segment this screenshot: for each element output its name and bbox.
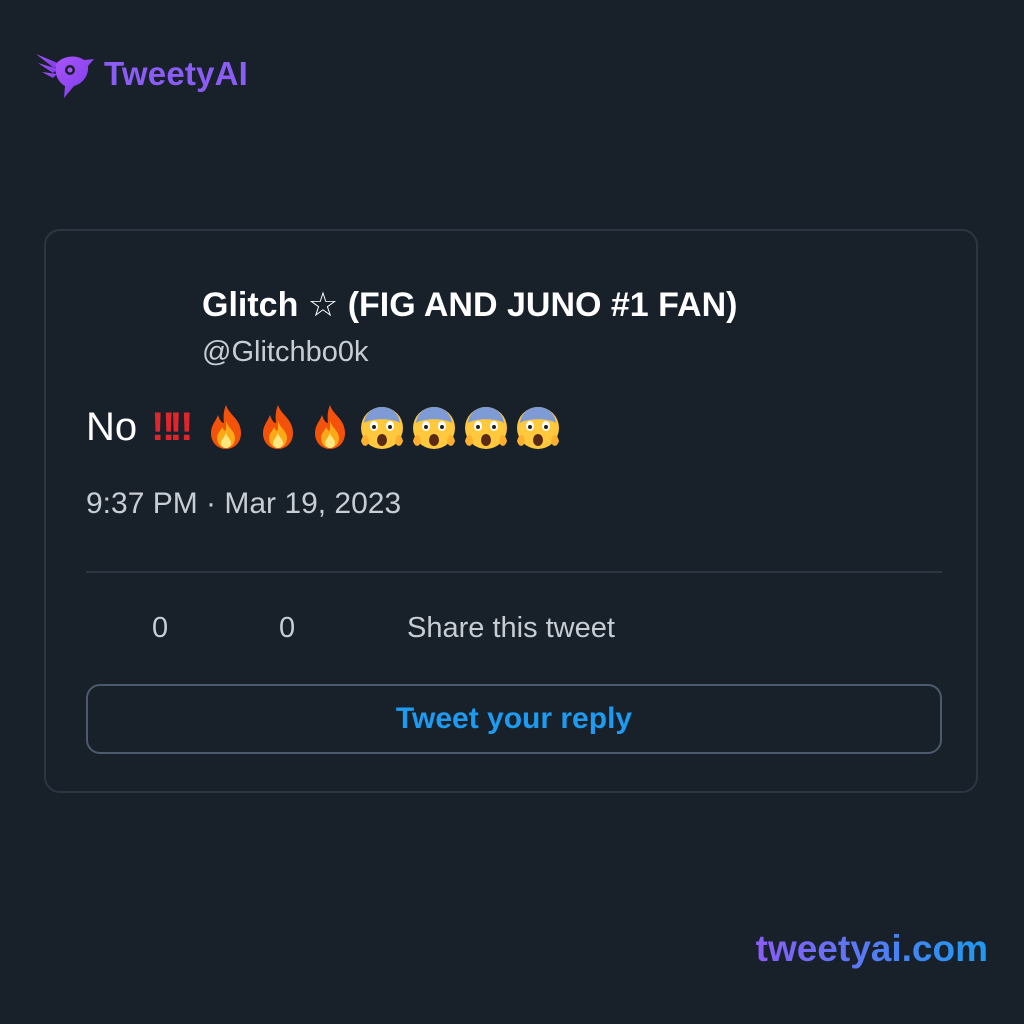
author-handle[interactable]: @Glitchbo0k: [202, 336, 368, 369]
tweet-reply-button[interactable]: Tweet your reply: [86, 684, 942, 754]
brand-header[interactable]: TweetyAI: [34, 46, 248, 102]
footer-url-link[interactable]: tweetyai.com: [756, 928, 988, 970]
tweet-card: Glitch ☆ (FIG AND JUNO #1 FAN) @Glitchbo…: [44, 229, 978, 793]
fire-icon: [211, 405, 242, 449]
bangbang-icon: ‼‼: [151, 404, 193, 449]
bird-logo-icon: [36, 54, 94, 98]
page: TweetyAI Glitch ☆ (FIG AND JUNO #1 FAN) …: [0, 0, 1024, 1024]
tweet-text-body: No: [86, 404, 138, 449]
retweets-count[interactable]: 0: [279, 612, 295, 645]
tweet-timestamp[interactable]: 9:37 PM · Mar 19, 2023: [86, 487, 401, 521]
tweet-text: No ‼‼: [86, 403, 561, 451]
screaming-face-icon: [361, 407, 404, 449]
screaming-face-icon: [465, 407, 508, 449]
likes-count[interactable]: 0: [152, 612, 168, 645]
screaming-face-icon: [413, 407, 456, 449]
brand-name: TweetyAI: [104, 55, 249, 92]
fire-icon: [263, 405, 294, 449]
share-tweet-link[interactable]: Share this tweet: [407, 612, 615, 645]
screaming-face-icon: [517, 407, 560, 449]
emoji-row: ‼‼: [151, 403, 561, 451]
author-name[interactable]: Glitch ☆ (FIG AND JUNO #1 FAN): [202, 285, 737, 325]
fire-icon: [315, 405, 346, 449]
card-divider: [86, 571, 942, 573]
